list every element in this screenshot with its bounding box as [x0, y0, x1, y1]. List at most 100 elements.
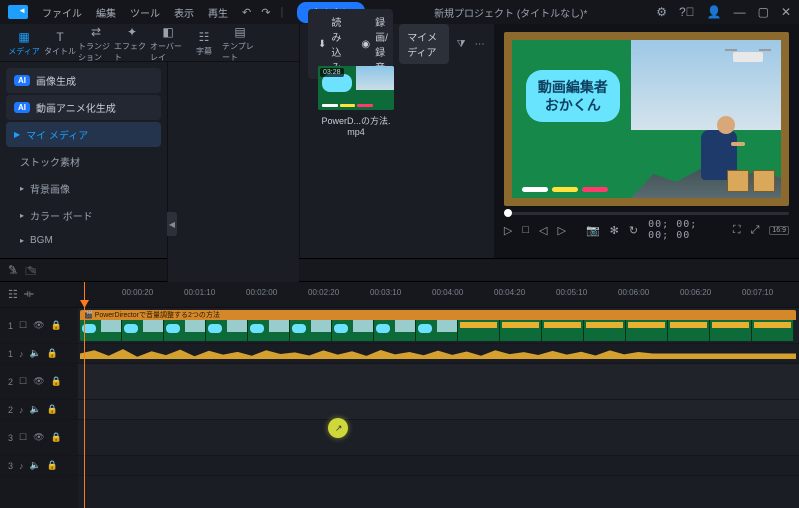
audio-icon: ♪: [19, 349, 24, 359]
quality-icon[interactable]: ✻: [610, 224, 619, 237]
magnet-icon[interactable]: ⟛: [24, 288, 34, 301]
tab-transition[interactable]: ⇄トランジション: [78, 23, 114, 63]
timecode: 00; 00; 00; 00: [648, 219, 723, 241]
brush-tool-icon[interactable]: ✎: [27, 264, 36, 277]
lock-icon[interactable]: 🔒: [47, 404, 58, 415]
sidebar-ai-video[interactable]: AI動画アニメ化生成: [6, 95, 161, 120]
overlay-icon: ◧: [162, 25, 173, 39]
lock-icon[interactable]: 🔒: [47, 348, 58, 359]
video-icon: ☐: [19, 376, 27, 387]
track-video-2[interactable]: [78, 364, 799, 400]
track-audio-3[interactable]: [78, 456, 799, 476]
menu-file[interactable]: ファイル: [42, 5, 82, 20]
account-icon[interactable]: 👤: [707, 5, 722, 19]
preview-monitor[interactable]: 動画編集者おかくん: [504, 32, 789, 206]
filter-icon[interactable]: ⧩: [455, 33, 468, 55]
menu-play[interactable]: 再生: [208, 5, 228, 20]
menu-view[interactable]: 表示: [174, 5, 194, 20]
play-icon[interactable]: ▷: [504, 224, 512, 237]
track-video-1[interactable]: 🎬 PowerDirectorで音量調整する2つの方法: [78, 308, 799, 344]
tab-template[interactable]: ▤テンプレート: [222, 23, 258, 63]
lock-icon[interactable]: 🔒: [51, 320, 62, 331]
mouse-cursor-highlight: [328, 418, 348, 438]
app-logo: [8, 5, 28, 19]
sidebar-background[interactable]: ▸背景画像: [6, 176, 161, 201]
aspect-ratio[interactable]: 16:9: [769, 226, 789, 235]
timeline-clip[interactable]: 🎬 PowerDirectorで音量調整する2つの方法: [80, 310, 796, 341]
track-header-video-2[interactable]: 2☐👁🔒: [0, 364, 78, 400]
more-icon[interactable]: ⋯: [473, 33, 486, 55]
sidebar-ai-image[interactable]: AI画像生成: [6, 68, 161, 93]
loop-icon[interactable]: ↻: [629, 224, 638, 237]
close-icon[interactable]: ✕: [781, 5, 791, 19]
track-video-3[interactable]: [78, 420, 799, 456]
minimize-icon[interactable]: —: [734, 5, 746, 19]
track-audio-1[interactable]: [78, 344, 799, 364]
audio-icon: ♪: [19, 405, 24, 415]
visibility-icon[interactable]: 👁: [33, 376, 44, 387]
snapshot-icon[interactable]: 📷: [586, 224, 600, 237]
drone-graphic: [733, 52, 763, 62]
next-frame-icon[interactable]: ▷: [558, 224, 566, 237]
track-audio-2[interactable]: [78, 400, 799, 420]
video-icon: ☐: [19, 320, 27, 331]
tab-title[interactable]: Tタイトル: [42, 28, 78, 57]
speech-bubble: 動画編集者おかくん: [526, 70, 620, 122]
tab-media[interactable]: ▦メディア: [6, 28, 42, 57]
track-header-audio-3[interactable]: 3♪🔈🔒: [0, 456, 78, 476]
lock-icon[interactable]: 🔒: [47, 460, 58, 471]
prev-frame-icon[interactable]: ◁: [539, 224, 547, 237]
ai-badge-icon: AI: [14, 75, 30, 86]
media-filter-dropdown[interactable]: マイメディア: [399, 24, 449, 64]
fit-icon[interactable]: ⛶: [733, 224, 741, 237]
download-icon: ⬇: [318, 39, 326, 50]
template-icon: ▤: [234, 25, 245, 39]
undo-icon[interactable]: ↶: [242, 6, 251, 19]
lock-icon[interactable]: 🔒: [51, 432, 62, 443]
transition-icon: ⇄: [91, 25, 101, 39]
help-icon[interactable]: ?⃝: [679, 5, 695, 19]
track-header-video-1[interactable]: 1☐👁🔒: [0, 308, 78, 344]
chevron-right-icon: ▸: [20, 184, 24, 193]
timeline-audio-clip[interactable]: [80, 346, 796, 361]
media-icon: ▦: [18, 30, 29, 44]
visibility-icon[interactable]: 👁: [33, 320, 44, 331]
title-icon: T: [56, 30, 63, 44]
track-settings-icon[interactable]: ☷: [8, 288, 18, 301]
mute-icon[interactable]: 🔈: [30, 460, 41, 471]
subtitle-icon: ☷: [199, 30, 210, 44]
fullscreen-icon[interactable]: ⤢: [751, 224, 760, 237]
playhead[interactable]: [84, 282, 85, 508]
tab-subtitle[interactable]: ☷字幕: [186, 28, 222, 57]
effect-icon: ✦: [127, 25, 137, 39]
mute-icon[interactable]: 🔈: [30, 348, 41, 359]
visibility-icon[interactable]: 👁: [33, 432, 44, 443]
mute-icon[interactable]: 🔈: [30, 404, 41, 415]
lock-icon[interactable]: 🔒: [51, 376, 62, 387]
track-header-video-3[interactable]: 3☐👁🔒: [0, 420, 78, 456]
media-clip[interactable]: 03:28 PowerD...の方法.mp4: [318, 66, 394, 137]
tab-overlay[interactable]: ◧オーバーレイ: [150, 23, 186, 63]
sidebar-bgm[interactable]: ▸BGM: [6, 230, 161, 251]
video-icon: ☐: [19, 432, 27, 443]
sidebar-colorboard[interactable]: ▸カラー ボード: [6, 203, 161, 228]
maximize-icon[interactable]: ▢: [758, 5, 769, 19]
chevron-right-icon: ▶: [14, 130, 20, 139]
menu-tool[interactable]: ツール: [130, 5, 160, 20]
redo-icon[interactable]: ↷: [261, 6, 270, 19]
preview-scrubber[interactable]: [504, 212, 789, 215]
clip-duration: 03:28: [320, 68, 344, 77]
clip-label: 🎬: [84, 312, 95, 319]
stop-icon[interactable]: □: [522, 224, 529, 236]
cut-tool-icon[interactable]: ⟂: [10, 264, 17, 277]
sidebar-stock[interactable]: ストック素材: [6, 149, 161, 174]
track-header-audio-2[interactable]: 2♪🔈🔒: [0, 400, 78, 420]
audio-icon: ♪: [19, 461, 24, 471]
sidebar-my-media[interactable]: ▶マイ メディア: [6, 122, 161, 147]
settings-icon[interactable]: ⚙: [656, 5, 667, 19]
menu-edit[interactable]: 編集: [96, 5, 116, 20]
tab-effect[interactable]: ✦エフェクト: [114, 23, 150, 63]
track-header-audio-1[interactable]: 1♪🔈🔒: [0, 344, 78, 364]
timeline-ruler[interactable]: 00:00:20 00:01:10 00:02:00 00:02:20 00:0…: [78, 282, 799, 308]
collapse-sidebar-button[interactable]: ◀: [167, 212, 177, 236]
